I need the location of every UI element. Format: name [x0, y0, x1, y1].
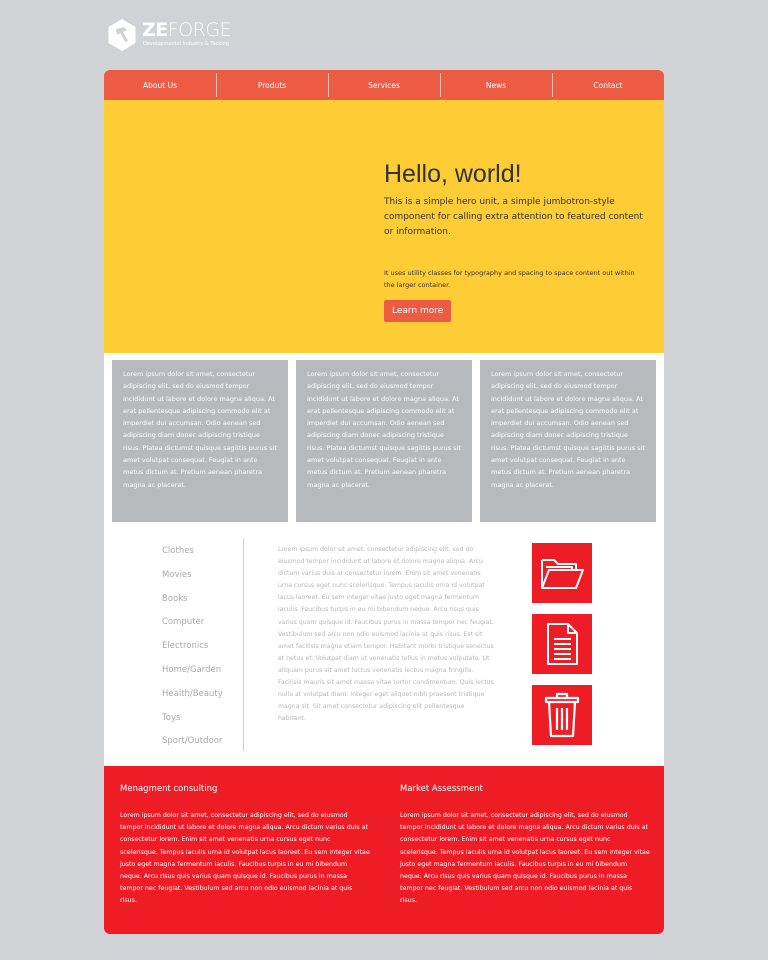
brand-name: ZEFORGE [142, 19, 232, 41]
hero-note: It uses utility classes for typography a… [384, 269, 635, 289]
services-footer: Menagment consulting Lorem ipsum dolor s… [104, 766, 664, 934]
category-item-computer[interactable]: Computer [162, 610, 243, 634]
hero-lead: This is a simple hero unit, a simple jum… [384, 197, 643, 237]
category-item-health-beauty[interactable]: Health/Beauty [162, 682, 243, 706]
document-tile[interactable] [532, 614, 592, 674]
nav-item-about-us[interactable]: About Us [104, 70, 216, 100]
document-icon [547, 623, 578, 665]
consulting-column: Menagment consulting Lorem ipsum dolor s… [120, 782, 370, 908]
page-container: About Us Produts Services News Contact H… [104, 70, 664, 934]
brand-tagline: Developmental Industry & Tacking [143, 41, 230, 47]
category-item-movies[interactable]: Movies [162, 563, 243, 587]
folder-tile[interactable] [532, 543, 592, 603]
hero-content: Hello, world! This is a simple hero unit… [384, 157, 644, 322]
category-item-home-garden[interactable]: Home/Garden [162, 658, 243, 682]
folder-icon [541, 559, 584, 589]
nav-item-services[interactable]: Services [328, 70, 440, 100]
nav-item-products[interactable]: Produts [216, 70, 328, 100]
trash-icon [544, 692, 580, 738]
category-item-sport-outdoor[interactable]: Sport/Outdoor [162, 729, 243, 753]
card-row: Lorem ipsum dolor sit amet, consectetur … [112, 360, 656, 522]
brand-logo[interactable]: ZEFORGE Developmental Industry & Tacking [107, 18, 267, 52]
info-card: Lorem ipsum dolor sit amet, consectetur … [112, 360, 288, 522]
consulting-title: Menagment consulting [120, 784, 218, 794]
category-item-electronics[interactable]: Electronics [162, 634, 243, 658]
category-item-books[interactable]: Books [162, 587, 243, 611]
content-section: Clothes Movies Books Computer Electronic… [104, 537, 664, 767]
hero-title: Hello, world! [384, 160, 522, 188]
assessment-column: Market Assessment Lorem ipsum dolor sit … [400, 782, 650, 908]
learn-more-button[interactable]: Learn more [384, 300, 452, 322]
assessment-title: Market Assessment [400, 784, 483, 794]
trash-tile[interactable] [532, 685, 592, 745]
consulting-text: Lorem ipsum dolor sit amet, consectetur … [120, 812, 370, 905]
hammer-hexagon-icon [108, 19, 136, 51]
nav-item-contact[interactable]: Contact [552, 70, 664, 100]
info-card: Lorem ipsum dolor sit amet, consectetur … [296, 360, 472, 522]
main-nav: About Us Produts Services News Contact [104, 70, 664, 100]
nav-item-news[interactable]: News [440, 70, 552, 100]
info-card: Lorem ipsum dolor sit amet, consectetur … [480, 360, 656, 522]
category-list: Clothes Movies Books Computer Electronic… [162, 539, 244, 751]
body-paragraph: Lorem ipsum dolor sit amet, consectetur … [278, 546, 494, 723]
category-item-toys[interactable]: Toys [162, 706, 243, 730]
assessment-text: Lorem ipsum dolor sit amet, consectetur … [400, 812, 650, 905]
hero-jumbotron: Hello, world! This is a simple hero unit… [104, 100, 664, 353]
category-item-clothes[interactable]: Clothes [162, 539, 243, 563]
